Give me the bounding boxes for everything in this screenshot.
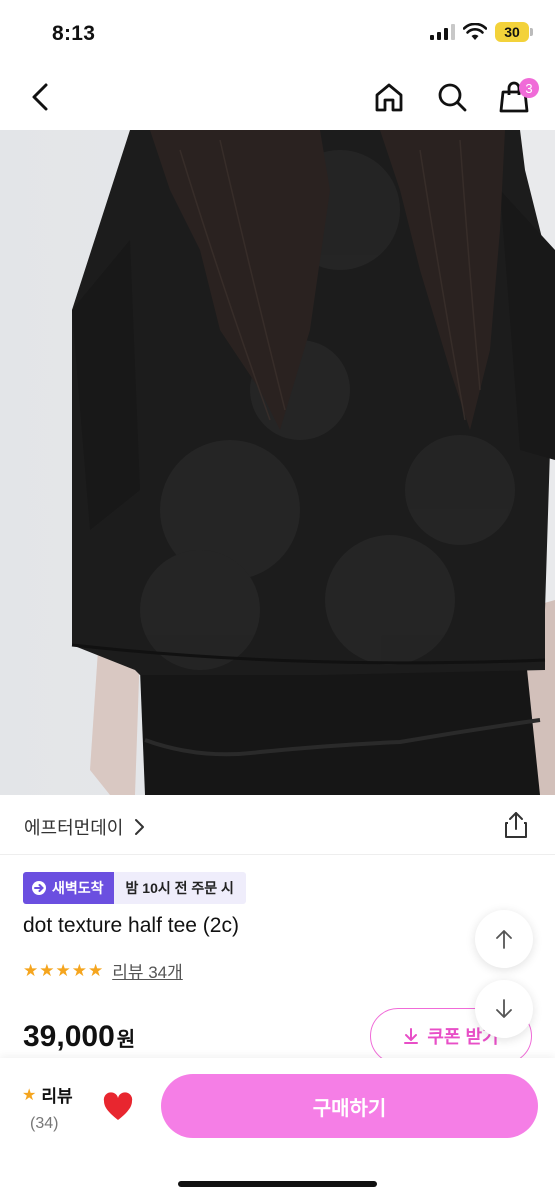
download-icon [404,1028,419,1044]
delivery-badges: 새벽도착 밤 10시 전 주문 시 [23,872,246,904]
chevron-right-icon [135,819,145,835]
review-count-link[interactable]: 리뷰 34개 [112,958,183,983]
cellular-signal-icon [430,24,455,40]
wishlist-button[interactable] [102,1092,134,1122]
back-button[interactable] [22,78,58,116]
delivery-arrow-icon [32,881,46,895]
arrow-down-icon [496,999,512,1018]
rating-row: ★★★★★ 리뷰 34개 [23,958,183,983]
product-image[interactable] [0,130,555,795]
status-time: 8:13 [52,22,96,45]
nav-bar: 3 [0,64,555,130]
product-title: dot texture half tee (2c) [23,914,239,937]
home-icon [375,83,403,112]
status-indicators: 30 [430,22,533,42]
wifi-icon [463,23,487,40]
scroll-top-button[interactable] [475,910,533,968]
price-value: 39,000 [23,1020,115,1053]
home-indicator [178,1181,377,1187]
review-label: 리뷰 [41,1087,73,1106]
cart-count-badge: 3 [519,78,539,98]
share-button[interactable] [501,810,531,840]
search-icon [438,83,467,112]
search-button[interactable] [433,78,471,116]
cart-button[interactable]: 3 [495,78,539,116]
rating-stars: ★★★★★ [23,960,105,980]
status-bar: 8:13 30 [0,0,555,64]
dawn-delivery-badge: 새벽도착 [23,872,114,904]
scroll-bottom-button[interactable] [475,980,533,1038]
order-cutoff-badge: 밤 10시 전 주문 시 [113,872,246,904]
review-count: (34) [30,1115,59,1132]
brand-row: 에프터먼데이 [0,795,555,855]
battery-icon: 30 [495,22,533,42]
price-unit: 원 [116,1029,136,1051]
home-button[interactable] [370,78,408,116]
buy-button[interactable]: 구매하기 [161,1074,538,1138]
arrow-up-icon [496,930,512,949]
review-summary-button[interactable]: ★ 리뷰 (34) [22,1082,73,1133]
chevron-left-icon [32,83,48,111]
heart-icon [103,1092,133,1120]
brand-link[interactable]: 에프터먼데이 [24,814,145,840]
brand-name: 에프터먼데이 [24,818,124,838]
dawn-delivery-label: 새벽도착 [52,880,104,896]
product-price: 39,000 원 [23,1020,135,1054]
star-icon: ★ [22,1086,37,1104]
bottom-action-bar: ★ 리뷰 (34) 구매하기 [0,1058,555,1200]
share-icon [505,812,527,838]
